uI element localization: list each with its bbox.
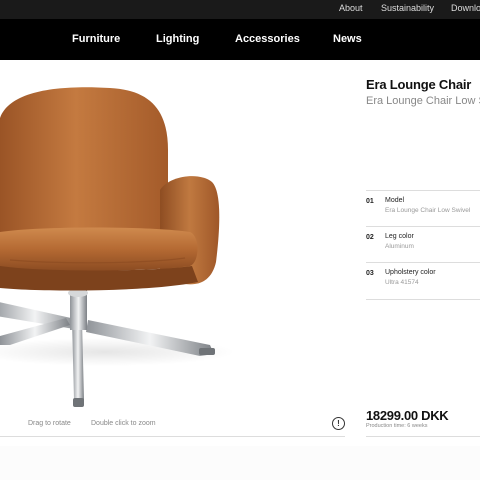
options-divider [366,226,480,227]
option-label: Upholstery color [385,269,436,276]
about-link[interactable]: About [339,3,363,13]
price-divider [366,436,480,437]
nav-accessories[interactable]: Accessories [235,33,300,45]
production-time: Production time: 6 weeks [366,423,428,429]
options-divider-bottom [366,299,480,300]
product-title: Era Lounge Chair [366,77,472,92]
nav-news[interactable]: News [333,33,362,45]
drag-to-rotate-hint: Drag to rotate [28,420,71,427]
options-divider [366,262,480,263]
downloads-link[interactable]: Downlo [451,3,480,13]
product-subtitle: Era Lounge Chair Low S [366,95,480,107]
option-number: 02 [366,234,374,241]
nav-furniture[interactable]: Furniture [72,33,120,45]
viewer-divider [0,436,345,437]
option-label: Leg color [385,233,414,240]
options-divider-top [366,190,480,191]
product-3d-viewer[interactable] [0,60,345,445]
product-price: 18299.00 DKK [366,408,449,423]
double-click-zoom-hint: Double click to zoom [91,420,156,427]
nav-lighting[interactable]: Lighting [156,33,199,45]
footer-band [0,446,480,480]
option-value: Ultra 41574 [385,279,419,286]
main-nav: Furniture Lighting Accessories News [0,19,480,60]
option-number: 03 [366,270,374,277]
option-value: Aluminum [385,243,414,250]
option-number: 01 [366,198,374,205]
chair-render [0,87,235,407]
top-utility-bar: About Sustainability Downlo [0,0,480,19]
option-label: Model [385,197,405,204]
option-value: Era Lounge Chair Low Swivel [385,207,471,214]
sustainability-link[interactable]: Sustainability [381,3,434,13]
info-icon[interactable]: ! [332,417,345,430]
